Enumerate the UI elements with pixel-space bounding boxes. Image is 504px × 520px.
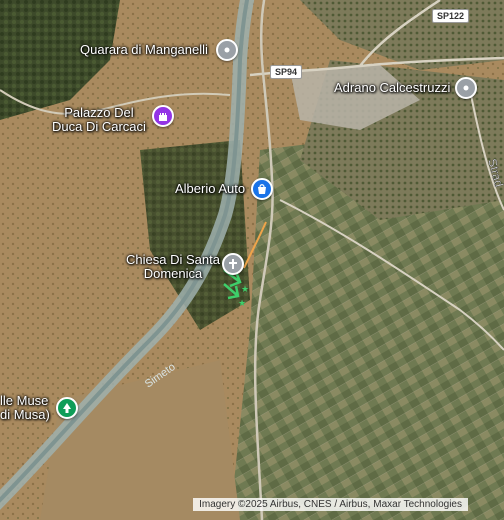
shopping-bag-icon bbox=[251, 178, 274, 200]
road-shield-sp94: SP94 bbox=[270, 65, 303, 79]
poi-lle-muse-di-musa[interactable]: lle Muse di Musa) bbox=[0, 394, 78, 422]
poi-label-line1: Palazzo Del bbox=[64, 105, 134, 120]
poi-adrano-calcestruzzi[interactable]: Adrano Calcestruzzi bbox=[334, 77, 478, 99]
poi-label: Palazzo Del Duca Di Carcaci bbox=[52, 106, 146, 134]
poi-quarara-di-manganelli[interactable]: Quarara di Manganelli bbox=[80, 39, 238, 61]
poi-label: Chiesa Di Santa Domenica bbox=[126, 253, 220, 281]
castle-icon bbox=[151, 105, 174, 127]
poi-label: Alberio Auto bbox=[175, 181, 246, 196]
poi-label-line2: di Musa) bbox=[0, 407, 50, 422]
poi-palazzo-del-duca-di-carcaci[interactable]: Palazzo Del Duca Di Carcaci bbox=[52, 105, 174, 134]
road-shield-sp122: SP122 bbox=[432, 9, 470, 23]
poi-label-line2: Duca Di Carcaci bbox=[52, 119, 146, 134]
poi-label: Adrano Calcestruzzi bbox=[334, 80, 451, 95]
poi-label: Quarara di Manganelli bbox=[80, 42, 208, 57]
poi-label: lle Muse di Musa) bbox=[0, 394, 50, 422]
poi-alberio-auto[interactable]: Alberio Auto bbox=[175, 178, 274, 200]
church-cross-icon bbox=[221, 253, 244, 275]
poi-chiesa-di-santa-domenica[interactable]: Chiesa Di Santa Domenica bbox=[126, 253, 244, 281]
poi-label-line1: lle Muse bbox=[0, 393, 49, 408]
green-star-icon-2: ★ bbox=[238, 299, 246, 309]
park-tree-icon bbox=[55, 397, 78, 419]
place-pin-icon bbox=[455, 77, 478, 99]
green-star-icon: ★ bbox=[241, 285, 249, 295]
map-attribution: Imagery ©2025 Airbus, CNES / Airbus, Max… bbox=[193, 498, 468, 511]
poi-label-line1: Chiesa Di Santa bbox=[126, 252, 220, 267]
place-pin-icon bbox=[215, 39, 238, 61]
poi-label-line2: Domenica bbox=[143, 266, 203, 281]
